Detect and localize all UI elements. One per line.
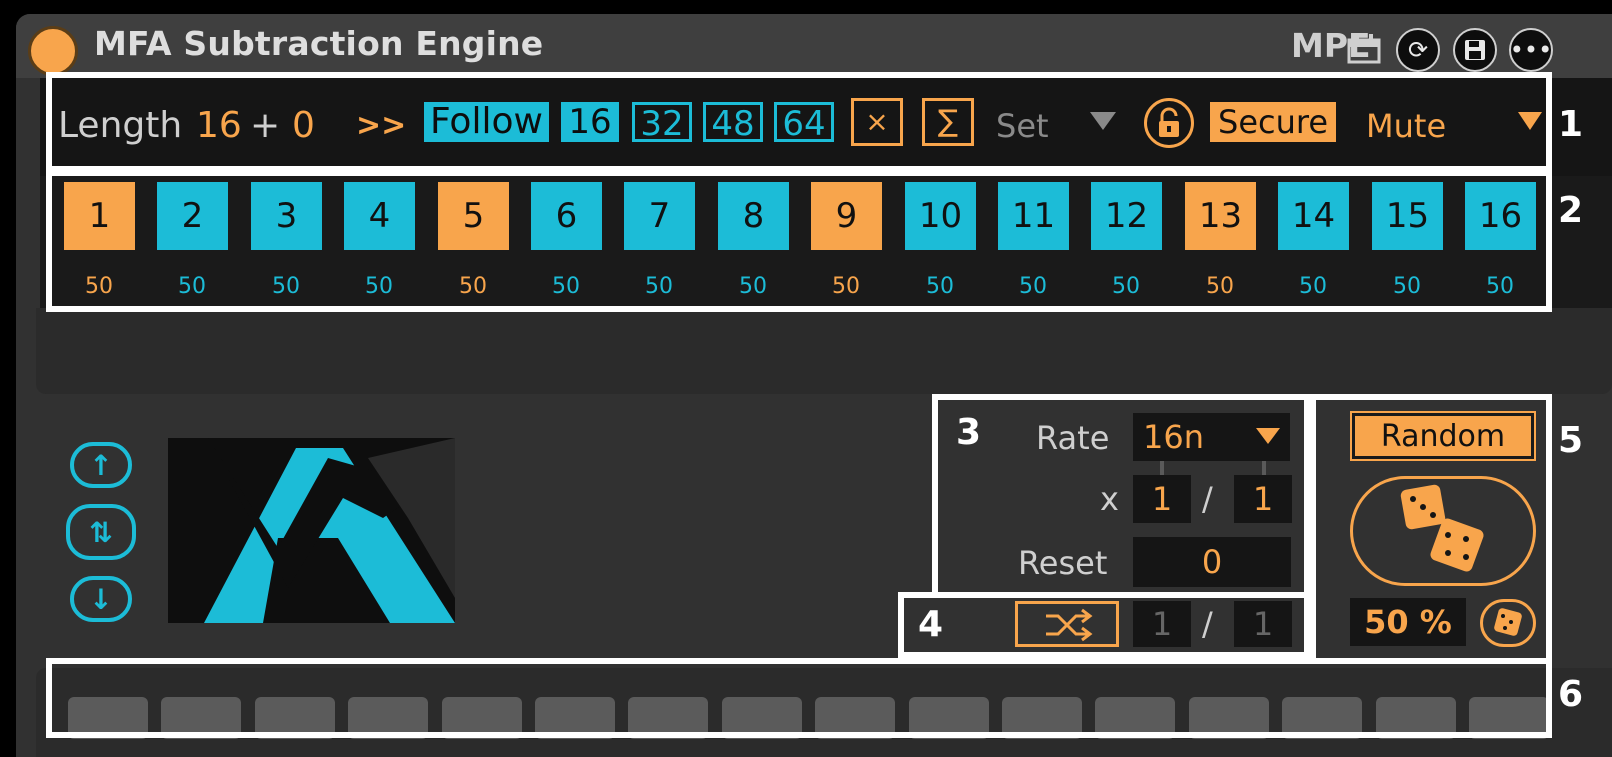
arrow-down-icon[interactable]: ↓ xyxy=(70,576,132,622)
marker-6: 6 xyxy=(1558,674,1584,715)
marker-2: 2 xyxy=(1558,190,1584,231)
mfa-logo xyxy=(168,438,455,623)
arrow-up-icon[interactable]: ↑ xyxy=(70,442,132,488)
marker-1: 1 xyxy=(1558,104,1584,145)
annotation-frame-2 xyxy=(46,170,1552,312)
save-icon[interactable] xyxy=(1453,28,1497,72)
more-icon[interactable]: ••• xyxy=(1509,28,1553,72)
sequencer-footer xyxy=(36,308,1612,394)
marker-3: 3 xyxy=(956,412,982,453)
annotation-frame-6 xyxy=(46,658,1552,738)
device-title: MFA Subtraction Engine xyxy=(94,24,544,63)
arrow-updown-icon[interactable]: ⇅ xyxy=(66,504,136,560)
device-power-button[interactable] xyxy=(28,26,78,76)
annotation-frame-3 xyxy=(932,394,1310,598)
calendar-icon[interactable] xyxy=(1346,32,1382,66)
annotation-frame-1 xyxy=(46,72,1552,172)
annotation-frame-5 xyxy=(1310,394,1552,664)
annotation-frame-4 xyxy=(898,592,1310,658)
marker-4: 4 xyxy=(918,604,944,645)
marker-5: 5 xyxy=(1558,420,1584,461)
sync-icon[interactable]: ⟳ xyxy=(1396,28,1440,72)
